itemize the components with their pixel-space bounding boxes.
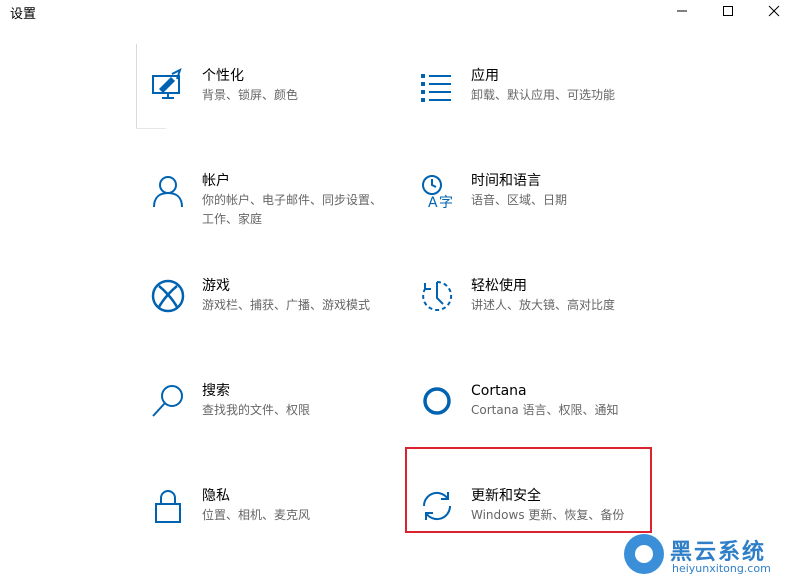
time-language-icon: A 字 <box>422 175 453 211</box>
tile-apps[interactable]: 应用 卸载、默认应用、可选功能 <box>407 50 657 134</box>
tile-cortana[interactable]: Cortana Cortana 语言、权限、通知 <box>407 365 657 449</box>
personalization-icon <box>152 68 182 99</box>
tile-title: 应用 <box>471 68 499 84</box>
close-icon <box>768 5 780 17</box>
tile-search[interactable]: 搜索 查找我的文件、权限 <box>138 365 388 449</box>
tile-privacy[interactable]: 隐私 位置、相机、麦克风 <box>138 470 388 554</box>
tile-title: 搜索 <box>202 383 230 399</box>
tile-description: 你的帐户、电子邮件、同步设置、工作、家庭 <box>202 193 383 226</box>
tile-title: 帐户 <box>202 173 230 189</box>
xbox-icon <box>151 279 185 313</box>
svg-text:字: 字 <box>439 195 453 209</box>
maximize-button[interactable] <box>705 0 751 22</box>
watermark: 黑云系统 heiyunxitong.com <box>620 530 780 578</box>
lock-icon <box>155 490 181 523</box>
minimize-button[interactable] <box>659 0 705 22</box>
focus-outline <box>136 44 137 129</box>
tile-description: 语音、区域、日期 <box>471 193 568 207</box>
tile-title: 游戏 <box>202 278 230 294</box>
close-button[interactable] <box>751 0 787 22</box>
tile-title: 隐私 <box>202 488 230 504</box>
minimize-icon <box>677 10 687 12</box>
window-title: 设置 <box>10 7 37 22</box>
svg-text:A: A <box>428 195 438 209</box>
maximize-icon <box>723 6 733 16</box>
tile-description: 讲述人、放大镜、高对比度 <box>471 298 616 312</box>
watermark-url: heiyunxitong.com <box>672 562 771 575</box>
tile-description: 背景、锁屏、颜色 <box>202 88 299 102</box>
tile-description: 卸载、默认应用、可选功能 <box>471 88 616 102</box>
tile-title: 时间和语言 <box>471 173 541 189</box>
tile-title: 轻松使用 <box>471 278 527 294</box>
tile-accounts[interactable]: 帐户 你的帐户、电子邮件、同步设置、工作、家庭 <box>138 155 388 239</box>
highlight-box <box>405 447 652 533</box>
cortana-icon <box>423 387 451 415</box>
tile-description: 查找我的文件、权限 <box>202 403 311 417</box>
tile-description: 游戏栏、捕获、广播、游戏模式 <box>202 298 371 312</box>
search-icon <box>152 385 183 417</box>
ease-of-access-icon <box>422 280 453 311</box>
tile-gaming[interactable]: 游戏 游戏栏、捕获、广播、游戏模式 <box>138 260 388 344</box>
tile-title: Cortana <box>471 383 527 399</box>
account-icon <box>153 176 183 208</box>
tile-description: Cortana 语言、权限、通知 <box>471 403 619 417</box>
tile-time-language[interactable]: A 字 时间和语言 语音、区域、日期 <box>407 155 657 239</box>
apps-icon <box>421 74 451 102</box>
watermark-logo-icon <box>624 534 664 574</box>
settings-window: 设置 个性化 背景、锁屏、颜色 应用 卸载、默认应用、可选功能 帐户 你的帐户、… <box>0 0 787 580</box>
tile-title: 个性化 <box>202 68 244 84</box>
tile-personalization[interactable]: 个性化 背景、锁屏、颜色 <box>138 50 388 134</box>
title-bar: 设置 <box>0 0 787 28</box>
tile-description: 位置、相机、麦克风 <box>202 508 311 522</box>
tile-ease-of-access[interactable]: 轻松使用 讲述人、放大镜、高对比度 <box>407 260 657 344</box>
